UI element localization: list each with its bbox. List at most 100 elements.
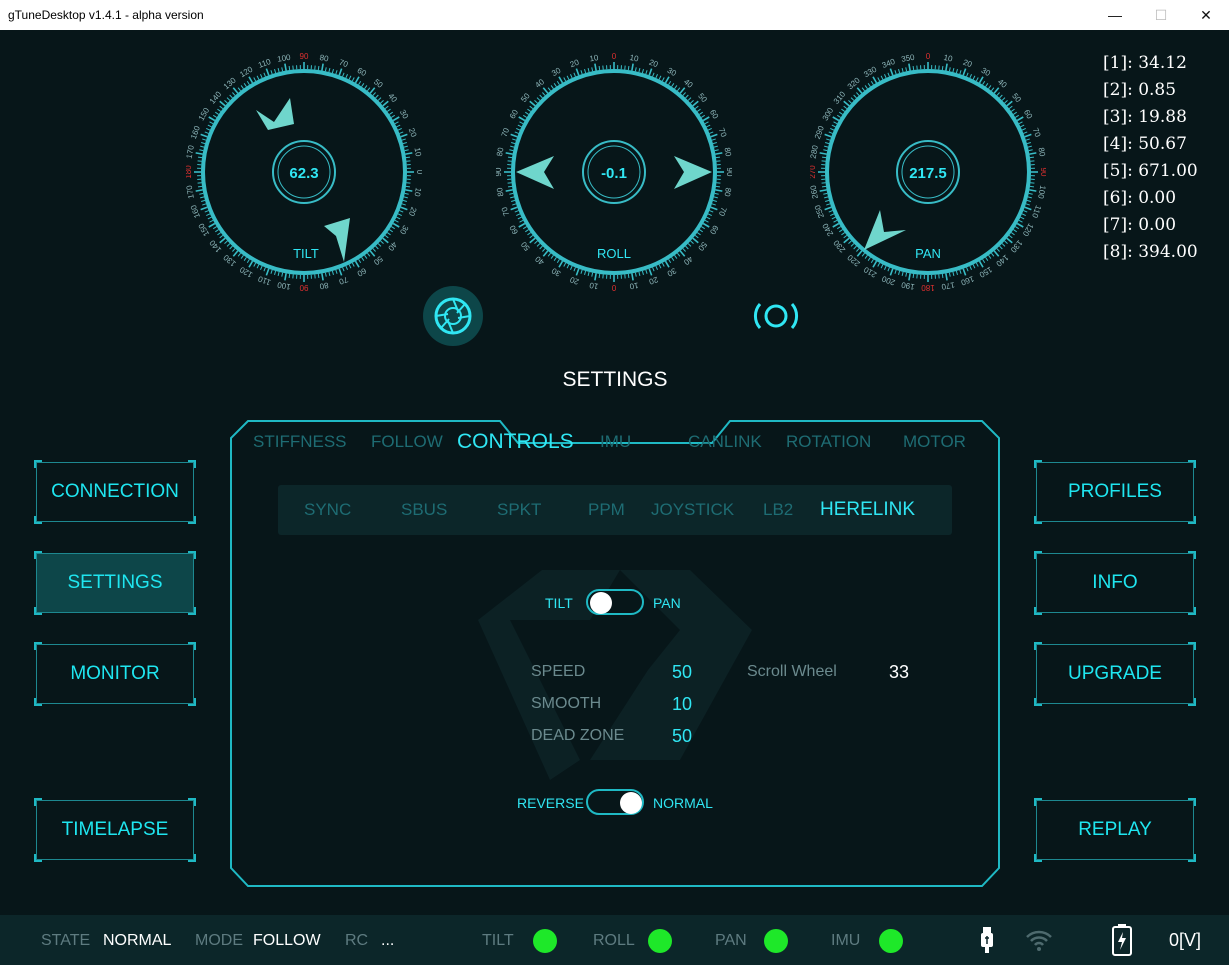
dial-tick (534, 100, 538, 104)
dial-tick (1001, 243, 1006, 247)
dial-tick (511, 199, 516, 202)
dial-tick (392, 116, 400, 122)
subtab-spkt[interactable]: SPKT (497, 500, 541, 520)
tab-follow[interactable]: FOLLOW (371, 432, 443, 452)
nav-connection-button[interactable]: CONNECTION (34, 460, 196, 524)
dial-tick (509, 149, 514, 152)
smooth-value[interactable]: 10 (672, 694, 692, 715)
dial-tick (550, 255, 554, 259)
subtab-ppm[interactable]: PPM (588, 500, 625, 520)
dial-tick (224, 100, 228, 104)
tab-controls[interactable]: CONTROLS (457, 430, 574, 454)
dial-tick (830, 213, 835, 216)
dial-tick (563, 77, 567, 82)
dial-scale-label: 10 (943, 53, 954, 64)
dial-tick (517, 124, 522, 128)
subtab-joystick[interactable]: JOYSTICK (651, 500, 734, 520)
dial-tick (401, 203, 406, 206)
dial-tick (584, 69, 587, 74)
subtab-sbus[interactable]: SBUS (401, 500, 447, 520)
dial-tick (338, 268, 343, 276)
dial-tick (201, 142, 206, 145)
scroll-wheel-label: Scroll Wheel (747, 663, 837, 680)
dial-tick (518, 116, 526, 122)
dial-tick (692, 237, 699, 244)
dial-tick (522, 226, 527, 230)
tab-motor[interactable]: MOTOR (903, 432, 966, 452)
dial-scale-label: 180 (921, 283, 935, 292)
dial-tick (948, 67, 951, 72)
nav-profiles-button[interactable]: PROFILES (1034, 460, 1196, 524)
dial-tick (648, 268, 653, 276)
dial-tick (1027, 145, 1032, 148)
direction-toggle-left-label: REVERSE (517, 795, 584, 811)
nav-monitor-button[interactable]: MONITOR (34, 642, 196, 706)
deadzone-value[interactable]: 50 (672, 726, 692, 747)
speed-value[interactable]: 50 (672, 662, 692, 683)
dial-tick (1004, 240, 1008, 244)
dial-tick (821, 185, 827, 188)
dial-tick (226, 97, 231, 101)
tilt-setpoint-marker-icon (256, 98, 294, 130)
dial-tick (711, 138, 716, 141)
minimize-button[interactable]: — (1092, 0, 1138, 30)
dial-tick (823, 149, 828, 152)
dial-tick (905, 272, 908, 277)
nav-replay-button[interactable]: REPLAY (1034, 798, 1196, 862)
dial-tick (668, 80, 672, 85)
subtab-herelink[interactable]: HERELINK (820, 499, 915, 521)
tilt-dial-graphic: 9080706050403020100102030405060708090100… (186, 52, 422, 292)
direction-toggle-switch[interactable] (586, 789, 644, 815)
nav-info-button[interactable]: INFO (1034, 551, 1196, 615)
dial-tick (208, 222, 216, 228)
dial-tick (901, 271, 904, 276)
dial-tick (575, 268, 580, 276)
dial-tick (952, 271, 955, 276)
tab-stiffness[interactable]: STIFFNESS (253, 432, 347, 452)
dial-scale-label: 80 (723, 147, 732, 158)
dial-scale-label: 70 (717, 206, 729, 218)
tilt-pointer-icon (324, 218, 350, 262)
subtab-sync[interactable]: SYNC (304, 500, 351, 520)
nav-timelapse-button[interactable]: TIMELAPSE (34, 798, 196, 862)
tab-rotation[interactable]: ROTATION (786, 432, 871, 452)
dial-tick (825, 199, 830, 202)
dial-tick (598, 273, 601, 279)
dial-tick (248, 260, 254, 268)
dial-scale-label: 200 (880, 274, 896, 287)
dial-tick (246, 259, 250, 264)
dial-tick (402, 199, 407, 202)
tab-imu[interactable]: IMU (600, 432, 631, 452)
dial-tick (959, 269, 962, 274)
dial-tick (706, 124, 711, 128)
maximize-button[interactable]: ☐ (1138, 0, 1184, 30)
dial-tick (1029, 185, 1035, 188)
subtab-lb2[interactable]: LB2 (763, 500, 793, 520)
dial-scale-label: 50 (519, 240, 532, 253)
dial-tick (1020, 124, 1025, 128)
dial-tick (405, 152, 413, 155)
dial-tick (209, 121, 214, 125)
dial-tick (648, 68, 653, 76)
dial-scale-label: 330 (862, 64, 879, 79)
dial-tick (645, 70, 648, 75)
dial-tick (941, 65, 944, 71)
nav-upgrade-button[interactable]: UPGRADE (1034, 642, 1196, 706)
dial-tick (563, 262, 567, 267)
dial-scale-label: 90 (725, 168, 732, 177)
signal-broadcast-icon[interactable] (752, 298, 800, 334)
camera-shutter-icon[interactable] (422, 285, 484, 347)
dial-tick (843, 237, 850, 244)
dial-tick (975, 262, 979, 267)
dial-tick (348, 75, 352, 80)
nav-settings-button[interactable]: SETTINGS (34, 551, 196, 615)
tab-canlink[interactable]: CANLINK (688, 432, 762, 452)
dial-tick (872, 260, 878, 268)
dial-tick (999, 245, 1003, 250)
close-button[interactable]: ✕ (1183, 0, 1229, 30)
axis-toggle-switch[interactable] (586, 589, 644, 615)
telemetry-item: [2]: 0.85 (1103, 80, 1177, 100)
dial-tick (828, 210, 833, 213)
scroll-wheel-value[interactable]: 33 (889, 662, 909, 683)
dial-tick (342, 267, 345, 272)
